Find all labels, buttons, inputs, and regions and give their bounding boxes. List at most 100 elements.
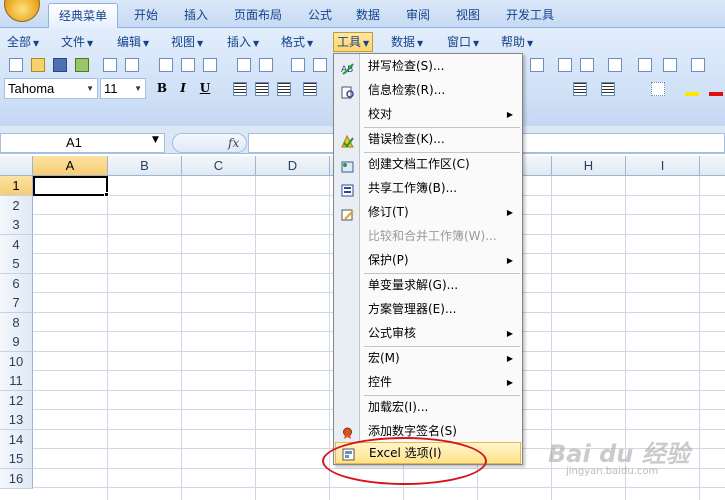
menu-item-create-workspace[interactable]: 创建文档工作区(C) [335, 153, 521, 176]
tab-review[interactable]: 审阅 [396, 3, 440, 28]
tab-insert[interactable]: 插入 [174, 3, 218, 28]
chart-icon[interactable] [635, 55, 655, 75]
row-header[interactable]: 3 [0, 215, 33, 235]
row-header[interactable]: 16 [0, 469, 33, 489]
borders-icon[interactable] [648, 79, 668, 99]
tab-developer[interactable]: 开发工具 [496, 3, 564, 28]
error-check-icon [341, 133, 354, 148]
tab-page-layout[interactable]: 页面布局 [224, 3, 292, 28]
font-color-icon[interactable] [706, 79, 725, 99]
column-header[interactable]: H [552, 156, 626, 176]
tab-data[interactable]: 数据 [346, 3, 390, 28]
row-header[interactable]: 1 [0, 176, 33, 196]
submenu-arrow-icon: ▶ [506, 329, 513, 338]
menu-insert[interactable]: 插入 ▼ [224, 32, 262, 52]
fill-handle[interactable] [104, 192, 109, 197]
gridline [107, 176, 108, 500]
menu-data[interactable]: 数据 ▼ [388, 32, 426, 52]
print-icon[interactable] [100, 55, 120, 75]
menu-item-proofing[interactable]: 校对 ▶ [335, 103, 521, 126]
new-file-icon[interactable] [6, 55, 26, 75]
tab-home[interactable]: 开始 [124, 3, 168, 28]
cut-icon[interactable] [288, 55, 308, 75]
sort-ascending-icon[interactable] [555, 55, 575, 75]
menu-item-spelling[interactable]: AB 拼写检查(S)... [335, 55, 521, 78]
row-header[interactable]: 2 [0, 196, 33, 216]
column-header[interactable]: A [33, 156, 108, 176]
align-left-icon[interactable] [230, 79, 250, 99]
menu-tools[interactable]: 工具 ▼ [333, 32, 374, 52]
menu-item-add-ins[interactable]: 加载宏(I)... [335, 396, 521, 419]
menu-all[interactable]: 全部 ▼ [4, 32, 42, 52]
bold-button[interactable]: B [153, 79, 171, 97]
menu-item-goal-seek[interactable]: 单变量求解(G)... [335, 274, 521, 297]
underline-button[interactable]: U [196, 79, 214, 97]
align-right-icon[interactable] [274, 79, 294, 99]
permission-icon[interactable] [72, 55, 92, 75]
menu-item-controls[interactable]: 控件 ▶ [335, 371, 521, 394]
indent-icon[interactable] [570, 79, 590, 99]
menu-item-share-workbook[interactable]: 共享工作簿(B)... [335, 177, 521, 200]
menu-item-macro[interactable]: 宏(M) ▶ [335, 347, 521, 370]
tab-view[interactable]: 视图 [446, 3, 490, 28]
row-header[interactable]: 5 [0, 254, 33, 274]
open-folder-icon[interactable] [28, 55, 48, 75]
function-icon[interactable] [527, 55, 547, 75]
menu-edit[interactable]: 编辑 ▼ [114, 32, 152, 52]
menu-item-research[interactable]: 信息检索(R)... [335, 79, 521, 102]
menu-item-protection[interactable]: 保护(P) ▶ [335, 249, 521, 272]
row-header[interactable]: 15 [0, 449, 33, 469]
menu-format[interactable]: 格式 ▼ [278, 32, 316, 52]
menu-view[interactable]: 视图 ▼ [168, 32, 206, 52]
menu-item-formula-auditing[interactable]: 公式审核 ▶ [335, 322, 521, 345]
spelling-tb-icon[interactable] [234, 55, 254, 75]
fill-color-icon[interactable] [682, 79, 702, 99]
row-header[interactable]: 7 [0, 293, 33, 313]
table-icon[interactable] [688, 55, 708, 75]
align-center-icon[interactable] [252, 79, 272, 99]
gridline [181, 176, 182, 500]
name-box-dropdown-icon[interactable]: ▼ [152, 135, 159, 145]
copy-icon[interactable] [310, 55, 330, 75]
merge-center-icon[interactable] [300, 79, 320, 99]
column-header[interactable] [700, 156, 725, 176]
italic-button[interactable]: I [174, 79, 192, 97]
column-header[interactable]: B [108, 156, 182, 176]
research-tb-icon[interactable] [156, 55, 176, 75]
row-header[interactable]: 10 [0, 352, 33, 372]
column-header[interactable]: D [256, 156, 330, 176]
column-header[interactable]: I [626, 156, 700, 176]
tab-classic-menu[interactable]: 经典菜单 [48, 3, 119, 29]
outdent-icon[interactable] [598, 79, 618, 99]
copy-tb-icon[interactable] [178, 55, 198, 75]
menu-window[interactable]: 窗口 ▼ [444, 32, 482, 52]
menu-item-scenarios[interactable]: 方案管理器(E)... [335, 298, 521, 321]
format-painter-icon[interactable] [256, 55, 276, 75]
sort-descending-icon[interactable] [577, 55, 597, 75]
font-name-select[interactable]: Tahoma ▼ [4, 78, 98, 99]
font-size-select[interactable]: 11 ▼ [100, 78, 146, 99]
paste-tb-icon[interactable] [200, 55, 220, 75]
drawing-icon[interactable] [660, 55, 680, 75]
row-header[interactable]: 13 [0, 410, 33, 430]
tab-formulas[interactable]: 公式 [298, 3, 342, 28]
row-header[interactable]: 14 [0, 430, 33, 450]
column-header[interactable]: C [182, 156, 256, 176]
row-header[interactable]: 12 [0, 391, 33, 411]
row-header[interactable]: 6 [0, 274, 33, 294]
save-icon[interactable] [50, 55, 70, 75]
row-header[interactable]: 4 [0, 235, 33, 255]
menu-file[interactable]: 文件 ▼ [58, 32, 96, 52]
menu-help[interactable]: 帮助 ▼ [498, 32, 536, 52]
insert-function-button[interactable]: fx [172, 133, 247, 153]
filter-icon[interactable] [605, 55, 625, 75]
select-all-corner[interactable] [0, 156, 33, 176]
menu-item-error-checking[interactable]: 错误检查(K)... [335, 128, 521, 151]
menu-item-track-changes[interactable]: 修订(T) ▶ [335, 201, 521, 224]
active-cell-a1[interactable] [33, 176, 108, 196]
row-header[interactable]: 11 [0, 371, 33, 391]
row-header[interactable]: 8 [0, 313, 33, 333]
print-preview-icon[interactable] [122, 55, 142, 75]
row-header[interactable]: 9 [0, 332, 33, 352]
name-box[interactable]: A1 [0, 133, 165, 153]
